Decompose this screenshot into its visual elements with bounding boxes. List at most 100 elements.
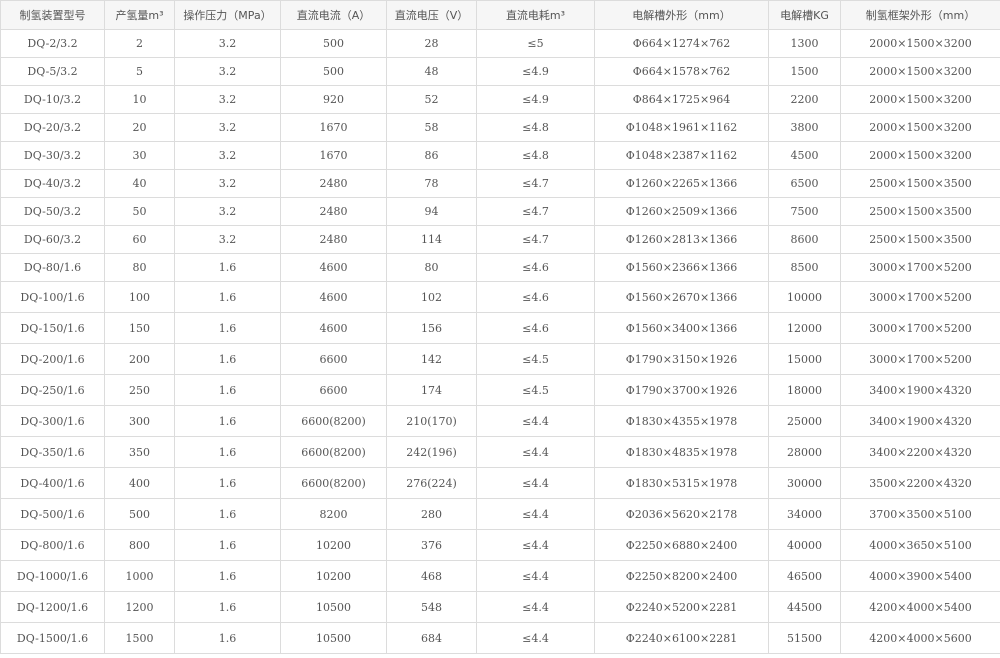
cell-cell-weight: 18000 xyxy=(768,374,841,406)
cell-output: 350 xyxy=(104,436,175,468)
cell-pressure: 1.6 xyxy=(174,498,281,530)
cell-model: DQ-60/3.2 xyxy=(0,225,105,254)
cell-model: DQ-1500/1.6 xyxy=(0,622,105,654)
cell-power-consumption: ≤4.4 xyxy=(476,529,595,561)
cell-voltage: 80 xyxy=(386,253,477,282)
cell-current: 2480 xyxy=(280,197,387,226)
cell-model: DQ-800/1.6 xyxy=(0,529,105,561)
cell-cell-weight: 8500 xyxy=(768,253,841,282)
cell-output: 400 xyxy=(104,467,175,499)
cell-cell-weight: 6500 xyxy=(768,169,841,198)
table-row: DQ-80/1.6 80 1.6 4600 80 ≤4.6 Φ1560×2366×1366 8… xyxy=(0,253,1000,282)
cell-cell-dimensions: Φ2250×6880×2400 xyxy=(594,529,769,561)
cell-power-consumption: ≤4.4 xyxy=(476,467,595,499)
cell-power-consumption: ≤4.5 xyxy=(476,343,595,375)
cell-power-consumption: ≤4.4 xyxy=(476,560,595,592)
cell-frame-dimensions: 3000×1700×5200 xyxy=(840,312,1000,344)
header-row: 制氢装置型号 产氢量m³ 操作压力（MPa） 直流电流（A） 直流电压（V） 直流电耗m³… xyxy=(0,0,1000,30)
cell-cell-weight: 2200 xyxy=(768,85,841,114)
cell-cell-dimensions: Φ864×1725×964 xyxy=(594,85,769,114)
cell-pressure: 3.2 xyxy=(174,197,281,226)
cell-cell-dimensions: Φ1048×2387×1162 xyxy=(594,141,769,170)
cell-current: 6600(8200) xyxy=(280,405,387,437)
cell-output: 30 xyxy=(104,141,175,170)
cell-output: 100 xyxy=(104,281,175,313)
cell-voltage: 102 xyxy=(386,281,477,313)
cell-output: 500 xyxy=(104,498,175,530)
header-cell-dimensions: 电解槽外形（mm） xyxy=(594,0,769,30)
cell-cell-dimensions: Φ1560×2670×1366 xyxy=(594,281,769,313)
cell-cell-dimensions: Φ1260×2509×1366 xyxy=(594,197,769,226)
table-row: DQ-5/3.2 5 3.2 500 48 ≤4.9 Φ664×1578×762 1500 20… xyxy=(0,57,1000,86)
cell-frame-dimensions: 4000×3900×5400 xyxy=(840,560,1000,592)
cell-pressure: 1.6 xyxy=(174,529,281,561)
cell-voltage: 242(196) xyxy=(386,436,477,468)
cell-cell-weight: 15000 xyxy=(768,343,841,375)
cell-cell-dimensions: Φ1790×3150×1926 xyxy=(594,343,769,375)
table-row: DQ-1500/1.6 1500 1.6 10500 684 ≤4.4 Φ2240×6100… xyxy=(0,622,1000,654)
cell-cell-weight: 51500 xyxy=(768,622,841,654)
cell-cell-dimensions: Φ1048×1961×1162 xyxy=(594,113,769,142)
cell-power-consumption: ≤4.7 xyxy=(476,225,595,254)
cell-current: 4600 xyxy=(280,253,387,282)
cell-model: DQ-80/1.6 xyxy=(0,253,105,282)
header-frame-dimensions: 制氢框架外形（mm） xyxy=(840,0,1000,30)
cell-pressure: 3.2 xyxy=(174,85,281,114)
cell-output: 800 xyxy=(104,529,175,561)
cell-model: DQ-250/1.6 xyxy=(0,374,105,406)
cell-model: DQ-350/1.6 xyxy=(0,436,105,468)
table-row: DQ-40/3.2 40 3.2 2480 78 ≤4.7 Φ1260×2265×1366 6… xyxy=(0,169,1000,198)
cell-cell-weight: 28000 xyxy=(768,436,841,468)
cell-output: 300 xyxy=(104,405,175,437)
cell-voltage: 156 xyxy=(386,312,477,344)
cell-current: 10200 xyxy=(280,560,387,592)
cell-power-consumption: ≤4.6 xyxy=(476,281,595,313)
cell-cell-weight: 4500 xyxy=(768,141,841,170)
header-cell-weight: 电解槽KG xyxy=(768,0,841,30)
cell-pressure: 1.6 xyxy=(174,405,281,437)
cell-current: 6600(8200) xyxy=(280,467,387,499)
cell-cell-dimensions: Φ1830×4835×1978 xyxy=(594,436,769,468)
cell-model: DQ-40/3.2 xyxy=(0,169,105,198)
cell-output: 60 xyxy=(104,225,175,254)
cell-power-consumption: ≤4.9 xyxy=(476,57,595,86)
cell-cell-weight: 40000 xyxy=(768,529,841,561)
header-model: 制氢装置型号 xyxy=(0,0,105,30)
cell-model: DQ-30/3.2 xyxy=(0,141,105,170)
table-header: 制氢装置型号 产氢量m³ 操作压力（MPa） 直流电流（A） 直流电压（V） 直流电耗m³… xyxy=(0,0,1000,30)
cell-frame-dimensions: 2500×1500×3500 xyxy=(840,197,1000,226)
cell-current: 6600 xyxy=(280,374,387,406)
cell-output: 1200 xyxy=(104,591,175,623)
cell-output: 250 xyxy=(104,374,175,406)
cell-current: 6600 xyxy=(280,343,387,375)
cell-pressure: 1.6 xyxy=(174,591,281,623)
cell-current: 10500 xyxy=(280,591,387,623)
cell-cell-weight: 7500 xyxy=(768,197,841,226)
cell-power-consumption: ≤4.8 xyxy=(476,141,595,170)
cell-voltage: 142 xyxy=(386,343,477,375)
cell-frame-dimensions: 3700×3500×5100 xyxy=(840,498,1000,530)
cell-pressure: 3.2 xyxy=(174,225,281,254)
cell-power-consumption: ≤4.4 xyxy=(476,405,595,437)
cell-current: 8200 xyxy=(280,498,387,530)
cell-frame-dimensions: 3400×2200×4320 xyxy=(840,436,1000,468)
cell-frame-dimensions: 2000×1500×3200 xyxy=(840,141,1000,170)
cell-voltage: 276(224) xyxy=(386,467,477,499)
cell-cell-dimensions: Φ664×1578×762 xyxy=(594,57,769,86)
cell-pressure: 1.6 xyxy=(174,343,281,375)
cell-current: 10200 xyxy=(280,529,387,561)
header-output: 产氢量m³ xyxy=(104,0,175,30)
cell-voltage: 548 xyxy=(386,591,477,623)
cell-voltage: 94 xyxy=(386,197,477,226)
cell-cell-weight: 1500 xyxy=(768,57,841,86)
cell-cell-weight: 46500 xyxy=(768,560,841,592)
table-row: DQ-1200/1.6 1200 1.6 10500 548 ≤4.4 Φ2240×5200… xyxy=(0,591,1000,623)
table-row: DQ-350/1.6 350 1.6 6600(8200) 242(196) ≤4.4 Φ1… xyxy=(0,436,1000,468)
cell-cell-dimensions: Φ664×1274×762 xyxy=(594,29,769,58)
cell-cell-weight: 12000 xyxy=(768,312,841,344)
cell-voltage: 86 xyxy=(386,141,477,170)
table-row: DQ-250/1.6 250 1.6 6600 174 ≤4.5 Φ1790×3700×19… xyxy=(0,374,1000,406)
cell-model: DQ-400/1.6 xyxy=(0,467,105,499)
table-row: DQ-100/1.6 100 1.6 4600 102 ≤4.6 Φ1560×2670×13… xyxy=(0,281,1000,313)
cell-frame-dimensions: 3400×1900×4320 xyxy=(840,405,1000,437)
